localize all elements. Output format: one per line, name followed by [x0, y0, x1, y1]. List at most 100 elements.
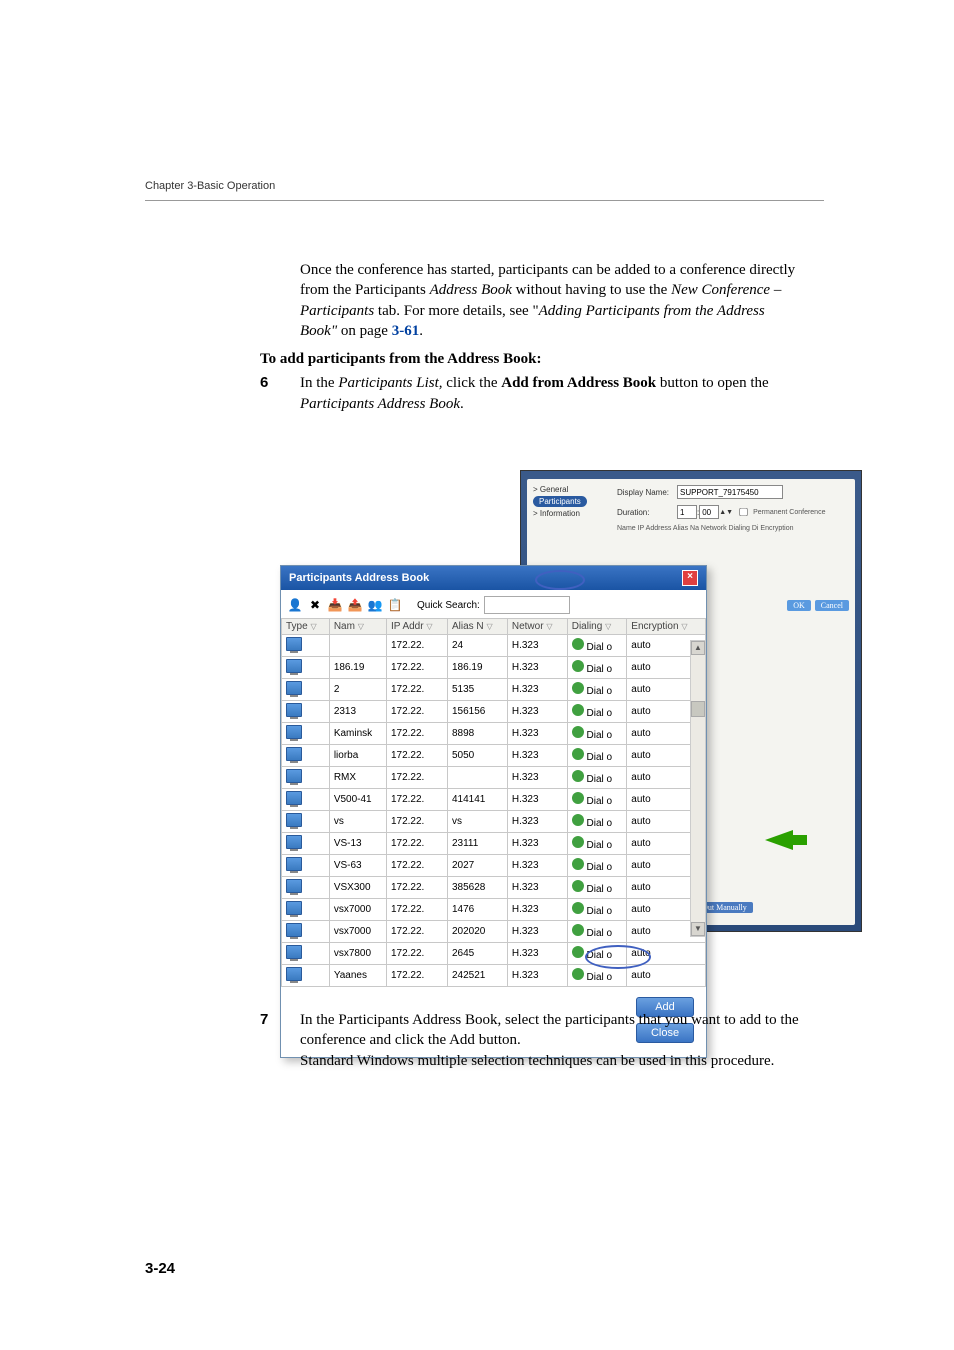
table-row[interactable]: VS-63172.22.2027H.323 Dial oauto	[282, 855, 706, 877]
spinner-icon[interactable]: ▲▼	[719, 509, 733, 516]
name-cell: 2	[329, 679, 386, 701]
alias-cell: 24	[447, 635, 507, 657]
col-dialing[interactable]: Dialing ▽	[567, 619, 627, 635]
dialing-cell: Dial o	[567, 921, 627, 943]
alias-cell: 2645	[447, 943, 507, 965]
col-alias[interactable]: Alias N ▽	[447, 619, 507, 635]
sort-icon[interactable]: ▽	[310, 622, 316, 631]
new-participant-icon[interactable]: 👤	[287, 597, 303, 613]
network-cell: H.323	[507, 723, 567, 745]
col-network[interactable]: Networ ▽	[507, 619, 567, 635]
ip-cell: 172.22.	[386, 679, 447, 701]
table-row[interactable]: V500-41172.22.414141H.323 Dial oauto	[282, 789, 706, 811]
table-row[interactable]: Yaanes172.22.242521H.323 Dial oauto	[282, 965, 706, 987]
name-cell: VS-13	[329, 833, 386, 855]
delete-participant-icon[interactable]: ✖	[307, 597, 323, 613]
dial-icon	[572, 946, 584, 958]
table-row[interactable]: liorba172.22.5050H.323 Dial oauto	[282, 745, 706, 767]
dialing-cell: Dial o	[567, 767, 627, 789]
toolbar: 👤 ✖ 📥 📤 👥 📋 Quick Search:	[281, 590, 706, 618]
name-cell: Yaanes	[329, 965, 386, 987]
import-icon[interactable]: 📥	[327, 597, 343, 613]
name-cell: 186.19	[329, 657, 386, 679]
ip-cell: 172.22.	[386, 701, 447, 723]
sort-icon[interactable]: ▽	[358, 622, 364, 631]
duration-mm-input[interactable]	[699, 505, 719, 519]
ip-cell: 172.22.	[386, 811, 447, 833]
dial-icon	[572, 726, 584, 738]
scroll-thumb[interactable]	[691, 701, 705, 717]
type-cell	[282, 877, 330, 899]
cancel-button[interactable]: Cancel	[815, 600, 849, 611]
step-7: 7 In the Participants Address Book, sele…	[260, 1010, 800, 1051]
sort-icon[interactable]: ▽	[486, 622, 492, 631]
ip-cell: 172.22.	[386, 965, 447, 987]
endpoint-icon	[286, 703, 302, 717]
col-type[interactable]: Type ▽	[282, 619, 330, 635]
alias-cell: 8898	[447, 723, 507, 745]
dialing-cell: Dial o	[567, 833, 627, 855]
endpoint-icon	[286, 791, 302, 805]
sidebar-item-general[interactable]: > General	[533, 485, 587, 494]
ip-cell: 172.22.	[386, 789, 447, 811]
close-icon[interactable]: ×	[682, 570, 698, 586]
sort-icon[interactable]: ▽	[426, 622, 432, 631]
ok-button[interactable]: OK	[787, 600, 811, 611]
table-row[interactable]: 186.19172.22.186.19H.323 Dial oauto	[282, 657, 706, 679]
vertical-scrollbar[interactable]: ▲ ▼	[690, 640, 706, 937]
table-row[interactable]: vsx7000172.22.202020H.323 Dial oauto	[282, 921, 706, 943]
sort-icon[interactable]: ▽	[681, 622, 687, 631]
dialog-titlebar[interactable]: Participants Address Book ×	[281, 566, 706, 590]
ip-cell: 172.22.	[386, 833, 447, 855]
participants-address-book-dialog: Participants Address Book × 👤 ✖ 📥 📤 👥 📋 …	[280, 565, 707, 1058]
table-row[interactable]: RMX172.22.H.323 Dial oauto	[282, 767, 706, 789]
type-cell	[282, 789, 330, 811]
scroll-up-arrow-icon[interactable]: ▲	[691, 641, 705, 655]
sort-icon[interactable]: ▽	[605, 622, 611, 631]
new-group-icon[interactable]: 👥	[367, 597, 383, 613]
dial-icon	[572, 792, 584, 804]
sort-icon[interactable]: ▽	[546, 622, 552, 631]
scroll-down-arrow-icon[interactable]: ▼	[691, 922, 705, 936]
endpoint-icon	[286, 835, 302, 849]
table-row[interactable]: VSX300172.22.385628H.323 Dial oauto	[282, 877, 706, 899]
participant-list-header: Name IP Address Alias Na Network Dialing…	[617, 525, 845, 532]
quick-search-input[interactable]	[484, 596, 570, 614]
dialing-cell: Dial o	[567, 635, 627, 657]
name-cell: VS-63	[329, 855, 386, 877]
ip-cell: 172.22.	[386, 921, 447, 943]
name-cell: liorba	[329, 745, 386, 767]
table-row[interactable]: 2313172.22.156156H.323 Dial oauto	[282, 701, 706, 723]
table-row[interactable]: 2172.22.5135H.323 Dial oauto	[282, 679, 706, 701]
sidebar-item-participants-selected[interactable]: Participants	[533, 496, 587, 507]
display-name-input[interactable]	[677, 485, 783, 499]
sidebar-item-information[interactable]: > Information	[533, 509, 587, 518]
col-label: Encryption	[631, 621, 678, 632]
export-icon[interactable]: 📤	[347, 597, 363, 613]
name-cell: Kaminsk	[329, 723, 386, 745]
copy-icon[interactable]: 📋	[387, 597, 403, 613]
duration-hh-input[interactable]	[677, 505, 697, 519]
col-ip[interactable]: IP Addr ▽	[386, 619, 447, 635]
col-name[interactable]: Nam ▽	[329, 619, 386, 635]
dial-icon	[572, 924, 584, 936]
table-row[interactable]: vs172.22.vsH.323 Dial oauto	[282, 811, 706, 833]
table-row[interactable]: 172.22.24H.323 Dial oauto	[282, 635, 706, 657]
network-cell: H.323	[507, 855, 567, 877]
col-label: Networ	[512, 621, 544, 632]
dial-icon	[572, 814, 584, 826]
col-encryption[interactable]: Encryption ▽	[627, 619, 706, 635]
table-row[interactable]: vsx7800172.22.2645H.323 Dial oauto	[282, 943, 706, 965]
ip-cell: 172.22.	[386, 767, 447, 789]
table-row[interactable]: vsx7000172.22.1476H.323 Dial oauto	[282, 899, 706, 921]
page-reference-link[interactable]: 3-61	[392, 323, 420, 339]
text-italic: Participants List,	[338, 375, 442, 391]
encryption-cell: auto	[627, 943, 706, 965]
table-row[interactable]: VS-13172.22.23111H.323 Dial oauto	[282, 833, 706, 855]
table-row[interactable]: Kaminsk172.22.8898H.323 Dial oauto	[282, 723, 706, 745]
alias-cell: 156156	[447, 701, 507, 723]
ip-cell: 172.22.	[386, 723, 447, 745]
col-label: Alias N	[452, 621, 484, 632]
ip-cell: 172.22.	[386, 657, 447, 679]
permanent-checkbox[interactable]	[739, 508, 748, 516]
